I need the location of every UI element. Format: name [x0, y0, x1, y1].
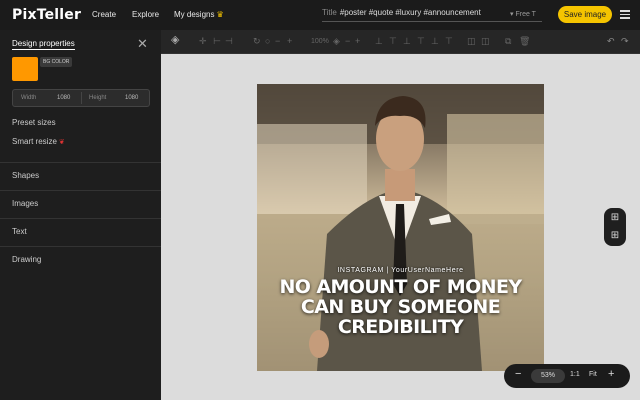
side-actions: ⊞ ⊞ — [604, 208, 626, 246]
quote-line-1: NO AMOUNT OF MONEY — [279, 276, 523, 298]
editor-toolbar: ◈ ✛ ⊢ ⊣ ↻ ○ − + 100% ◈ − + ⊥ ⊤ ⊥ ⊤ ⊥ ⊤ ◫… — [161, 30, 640, 54]
title-input[interactable]: Title #poster #quote #luxury #announcemen… — [322, 8, 542, 22]
rotate-plus-icon[interactable]: + — [287, 36, 292, 46]
maple-leaf-icon: ❦ — [58, 139, 65, 146]
delete-icon[interactable]: 🗑 — [519, 36, 530, 47]
width-input[interactable]: 1080 — [57, 95, 70, 101]
crown-icon: ♛ — [216, 10, 224, 19]
nav-my-designs-label: My designs — [174, 10, 215, 19]
dimension-divider — [81, 92, 82, 104]
section-images[interactable]: Images — [0, 190, 161, 218]
save-image-button[interactable]: Save image — [558, 6, 612, 23]
quote-line-2: CAN BUY SOMEONE — [300, 296, 501, 318]
align-center-icon[interactable]: ⊤ — [389, 36, 397, 47]
add-page-icon[interactable]: ⊞ — [604, 210, 626, 226]
hamburger-menu-icon[interactable] — [620, 10, 630, 19]
top-bar: PixTeller Create Explore My designs ♛ Tit… — [0, 0, 640, 30]
align-left-icon[interactable]: ⊥ — [375, 36, 383, 47]
duplicate-page-icon[interactable]: ⊞ — [604, 228, 626, 244]
app-logo[interactable]: PixTeller — [12, 7, 81, 23]
opacity-value[interactable]: 100% — [311, 38, 329, 45]
rotate-value-icon[interactable]: − — [275, 36, 280, 46]
zoom-fit-button[interactable]: Fit — [589, 371, 597, 378]
section-drawing[interactable]: Drawing — [0, 246, 161, 274]
distribute-v-icon[interactable]: ◫ — [481, 36, 490, 47]
quote-text[interactable]: NO AMOUNT OF MONEY CAN BUY SOMEONE CREDI… — [257, 277, 544, 337]
preset-sizes-link[interactable]: Preset sizes — [12, 118, 56, 127]
title-label: Title — [322, 8, 337, 17]
rotate-minus-icon[interactable]: ○ — [265, 36, 270, 46]
section-shapes[interactable]: Shapes — [0, 162, 161, 190]
height-input[interactable]: 1080 — [125, 95, 138, 101]
zoom-1-1-button[interactable]: 1:1 — [570, 371, 580, 378]
nav-explore[interactable]: Explore — [132, 10, 159, 19]
section-text[interactable]: Text — [0, 218, 161, 246]
align-bottom-icon[interactable]: ⊤ — [445, 36, 453, 47]
opacity-icon[interactable]: ◈ — [333, 36, 340, 47]
nav-create[interactable]: Create — [92, 10, 116, 19]
smart-resize-link[interactable]: Smart resize ❦ — [12, 137, 65, 146]
bg-color-swatch[interactable] — [12, 57, 38, 81]
align-top-icon[interactable]: ⊤ — [417, 36, 425, 47]
dimensions-field: Width 1080 Height 1080 — [12, 89, 150, 107]
design-canvas[interactable]: INSTAGRAM | YourUserNameHere NO AMOUNT O… — [257, 84, 544, 371]
brand-line[interactable]: INSTAGRAM | YourUserNameHere — [257, 267, 544, 274]
panel-tab-design-properties[interactable]: Design properties — [12, 39, 75, 50]
align-middle-icon[interactable]: ⊥ — [431, 36, 439, 47]
undo-icon[interactable]: ↶ — [607, 36, 615, 47]
rotate-icon[interactable]: ↻ — [253, 36, 261, 47]
width-label: Width — [21, 95, 37, 101]
opacity-minus-icon[interactable]: − — [345, 36, 350, 46]
align-right-icon[interactable]: ⊥ — [403, 36, 411, 47]
font-dropdown[interactable]: ▾ Free T — [510, 10, 536, 18]
redo-icon[interactable]: ↷ — [621, 36, 629, 47]
quote-line-3: CREDIBILITY — [337, 316, 464, 338]
smart-resize-label: Smart resize — [12, 137, 57, 146]
layers-icon[interactable]: ◈ — [171, 33, 179, 46]
move-icon[interactable]: ✛ — [199, 36, 207, 47]
close-panel-icon[interactable]: ✕ — [137, 36, 148, 52]
design-properties-panel: Design properties ✕ BG COLOR Width 1080 … — [0, 30, 161, 400]
zoom-out-button[interactable]: − — [515, 368, 521, 380]
height-label: Height — [89, 95, 107, 101]
bg-color-label: BG COLOR — [40, 57, 73, 67]
title-value: #poster #quote #luxury #announcement — [339, 8, 481, 17]
zoom-in-button[interactable]: + — [608, 368, 614, 380]
copy-icon[interactable]: ⧉ — [505, 36, 511, 47]
flip-icon[interactable]: ⊣ — [225, 36, 233, 47]
align-icon[interactable]: ⊢ — [213, 36, 221, 47]
zoom-level[interactable]: 53% — [531, 369, 565, 383]
zoom-bar: − 53% 1:1 Fit + — [504, 364, 630, 388]
distribute-icon[interactable]: ◫ — [467, 36, 476, 47]
opacity-plus-icon[interactable]: + — [355, 36, 360, 46]
nav-my-designs[interactable]: My designs ♛ — [174, 10, 224, 19]
